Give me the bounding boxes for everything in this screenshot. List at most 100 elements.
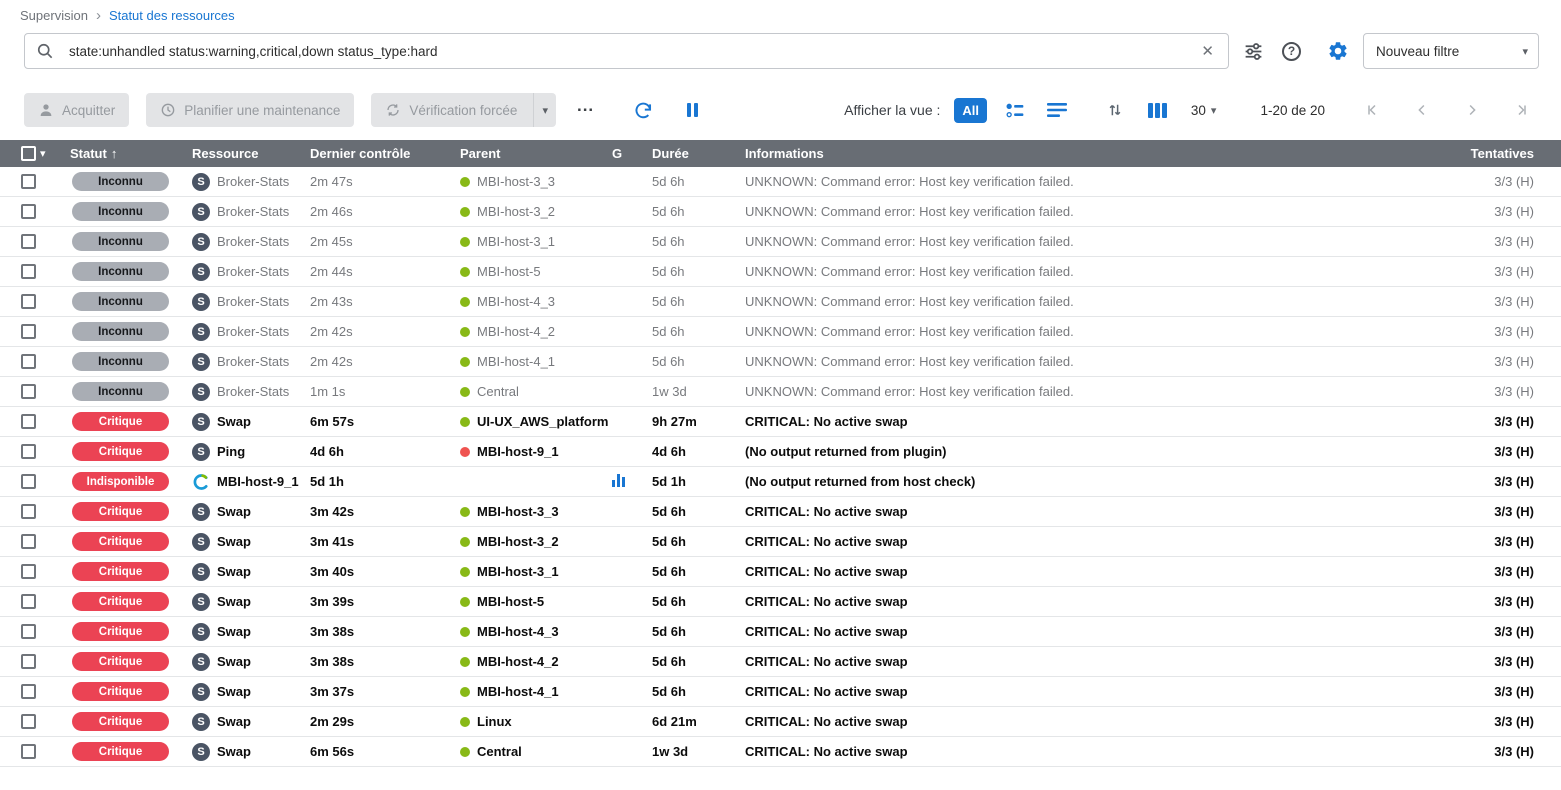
row-checkbox[interactable]	[21, 294, 36, 309]
row-checkbox[interactable]	[21, 744, 36, 759]
parent-name[interactable]: MBI-host-3_1	[477, 564, 559, 579]
resource-name[interactable]: Broker-Stats	[217, 204, 289, 219]
row-checkbox[interactable]	[21, 444, 36, 459]
pause-refresh-button[interactable]	[683, 99, 702, 121]
resource-name[interactable]: Swap	[217, 564, 251, 579]
row-checkbox[interactable]	[21, 474, 36, 489]
filters-settings-button[interactable]	[1323, 36, 1353, 66]
table-row[interactable]: Critique S Swap 3m 38s MBI-host-4_3 5d 6…	[0, 617, 1561, 647]
search-input[interactable]	[69, 44, 1197, 59]
resource-name[interactable]: Broker-Stats	[217, 384, 289, 399]
table-row[interactable]: Critique S Swap 3m 39s MBI-host-5 5d 6h …	[0, 587, 1561, 617]
table-row[interactable]: Critique S Swap 3m 38s MBI-host-4_2 5d 6…	[0, 647, 1561, 677]
row-checkbox[interactable]	[21, 384, 36, 399]
parent-name[interactable]: Central	[477, 384, 519, 399]
parent-name[interactable]: MBI-host-3_1	[477, 234, 555, 249]
row-checkbox[interactable]	[21, 534, 36, 549]
breadcrumb-supervision[interactable]: Supervision	[20, 8, 88, 23]
table-row[interactable]: Inconnu S Broker-Stats 2m 43s MBI-host-4…	[0, 287, 1561, 317]
table-row[interactable]: Critique S Swap 6m 57s UI-UX_AWS_platfor…	[0, 407, 1561, 437]
graph-icon[interactable]	[612, 473, 625, 487]
parent-name[interactable]: MBI-host-4_3	[477, 624, 559, 639]
resource-name[interactable]: Swap	[217, 684, 251, 699]
row-checkbox[interactable]	[21, 594, 36, 609]
row-checkbox[interactable]	[21, 414, 36, 429]
table-row[interactable]: Critique S Ping 4d 6h MBI-host-9_1 4d 6h…	[0, 437, 1561, 467]
parent-name[interactable]: Linux	[477, 714, 512, 729]
parent-name[interactable]: MBI-host-4_2	[477, 654, 559, 669]
resource-name[interactable]: Swap	[217, 414, 251, 429]
table-row[interactable]: Critique S Swap 3m 40s MBI-host-3_1 5d 6…	[0, 557, 1561, 587]
row-checkbox[interactable]	[21, 504, 36, 519]
table-row[interactable]: Indisponible S MBI-host-9_1 5d 1h 5d 1h …	[0, 467, 1561, 497]
resource-name[interactable]: Broker-Stats	[217, 234, 289, 249]
resource-name[interactable]: Swap	[217, 654, 251, 669]
table-row[interactable]: Inconnu S Broker-Stats 2m 46s MBI-host-3…	[0, 197, 1561, 227]
select-all-header[interactable]: ▾	[0, 146, 70, 161]
parent-name[interactable]: MBI-host-4_3	[477, 294, 555, 309]
parent-name[interactable]: MBI-host-4_2	[477, 324, 555, 339]
row-checkbox[interactable]	[21, 264, 36, 279]
row-checkbox[interactable]	[21, 714, 36, 729]
resource-name[interactable]: Broker-Stats	[217, 294, 289, 309]
parent-name[interactable]: MBI-host-5	[477, 594, 544, 609]
search-bar[interactable]: ✕	[24, 33, 1229, 69]
first-page-button[interactable]	[1355, 99, 1389, 121]
parent-name[interactable]: MBI-host-3_2	[477, 534, 559, 549]
column-header-graph[interactable]: G	[612, 146, 652, 161]
edit-columns-button[interactable]	[1144, 99, 1171, 122]
parent-name[interactable]: Central	[477, 744, 522, 759]
resource-name[interactable]: Swap	[217, 504, 251, 519]
parent-name[interactable]: MBI-host-3_3	[477, 174, 555, 189]
resource-name[interactable]: Broker-Stats	[217, 324, 289, 339]
table-row[interactable]: Inconnu S Broker-Stats 2m 42s MBI-host-4…	[0, 347, 1561, 377]
rows-per-page-select[interactable]: 30 ▾	[1191, 103, 1217, 118]
resource-name[interactable]: Swap	[217, 594, 251, 609]
resource-name[interactable]: Swap	[217, 744, 251, 759]
parent-name[interactable]: MBI-host-4_1	[477, 354, 555, 369]
search-options-button[interactable]	[1239, 37, 1268, 66]
row-checkbox[interactable]	[21, 354, 36, 369]
parent-name[interactable]: MBI-host-3_3	[477, 504, 559, 519]
row-checkbox[interactable]	[21, 684, 36, 699]
chevron-down-icon[interactable]: ▾	[40, 147, 46, 160]
clear-search-button[interactable]: ✕	[1197, 38, 1218, 64]
refresh-button[interactable]	[629, 96, 658, 125]
column-header-information[interactable]: Informations	[745, 146, 1451, 161]
table-row[interactable]: Critique S Swap 3m 42s MBI-host-3_3 5d 6…	[0, 497, 1561, 527]
next-page-button[interactable]	[1455, 99, 1489, 121]
set-downtime-button[interactable]: Planifier une maintenance	[146, 93, 354, 127]
tree-view-button[interactable]	[1001, 98, 1029, 123]
table-row[interactable]: Critique S Swap 2m 29s Linux 6d 21m CRIT…	[0, 707, 1561, 737]
table-row[interactable]: Critique S Swap 3m 41s MBI-host-3_2 5d 6…	[0, 527, 1561, 557]
table-row[interactable]: Critique S Swap 3m 37s MBI-host-4_1 5d 6…	[0, 677, 1561, 707]
column-header-duration[interactable]: Durée	[652, 146, 745, 161]
resource-name[interactable]: Ping	[217, 444, 245, 459]
row-checkbox[interactable]	[21, 324, 36, 339]
search-help-button[interactable]: ?	[1278, 38, 1305, 65]
saved-filter-select[interactable]: Nouveau filtre ▾	[1363, 33, 1539, 69]
parent-name[interactable]: MBI-host-9_1	[477, 444, 559, 459]
resource-name[interactable]: Swap	[217, 714, 251, 729]
more-actions-button[interactable]: ...	[573, 96, 598, 124]
parent-name[interactable]: MBI-host-4_1	[477, 684, 559, 699]
row-checkbox[interactable]	[21, 174, 36, 189]
table-row[interactable]: Inconnu S Broker-Stats 2m 44s MBI-host-5…	[0, 257, 1561, 287]
acknowledge-button[interactable]: Acquitter	[24, 93, 129, 127]
row-checkbox[interactable]	[21, 624, 36, 639]
view-all-button[interactable]: All	[954, 98, 987, 123]
last-page-button[interactable]	[1505, 99, 1539, 121]
resource-name[interactable]: Swap	[217, 534, 251, 549]
sort-button[interactable]	[1102, 97, 1128, 123]
select-all-checkbox[interactable]	[21, 146, 36, 161]
column-header-parent[interactable]: Parent	[460, 146, 612, 161]
forced-check-button[interactable]: Vérification forcée ▾	[371, 93, 556, 127]
list-view-button[interactable]	[1043, 98, 1071, 122]
row-checkbox[interactable]	[21, 654, 36, 669]
table-row[interactable]: Critique S Swap 6m 56s Central 1w 3d CRI…	[0, 737, 1561, 767]
column-header-resource[interactable]: Ressource	[192, 146, 310, 161]
parent-name[interactable]: MBI-host-5	[477, 264, 541, 279]
row-checkbox[interactable]	[21, 204, 36, 219]
parent-name[interactable]: UI-UX_AWS_platform	[477, 414, 608, 429]
table-row[interactable]: Inconnu S Broker-Stats 2m 42s MBI-host-4…	[0, 317, 1561, 347]
